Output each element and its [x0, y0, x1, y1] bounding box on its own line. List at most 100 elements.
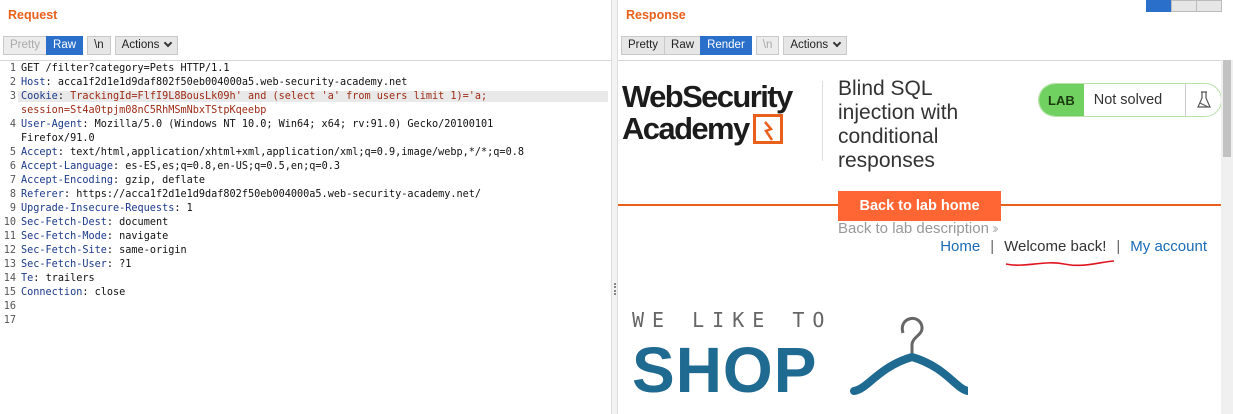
line-number: 17 [3, 315, 16, 326]
header-key: Accept-Encoding [21, 175, 114, 186]
back-to-lab-description-link[interactable]: Back to lab description ›› [838, 220, 999, 237]
nav-separator: | [1116, 238, 1121, 255]
request-line: Connection: close [21, 287, 126, 298]
logo-line1: WebSecurity [622, 79, 793, 114]
line-number: 10 [3, 217, 16, 228]
line-number: 4 [9, 119, 16, 130]
request-line: Sec-Fetch-Dest: document [21, 217, 169, 228]
request-line: Accept-Language: es-ES,es;q=0.8,en-US;q=… [21, 161, 340, 172]
header-key: Te [21, 273, 34, 284]
line-number: 2 [9, 77, 16, 88]
header-value: es-ES,es;q=0.8,en-US;q=0.5,en;q=0.3 [125, 161, 340, 172]
logo-line2: Academy [622, 111, 750, 146]
layout-stacked-button[interactable] [1171, 0, 1197, 12]
top-navigation: Home | Welcome back! | My account [940, 238, 1207, 267]
my-account-link[interactable]: My account [1130, 238, 1207, 255]
chevron-down-icon [832, 38, 842, 48]
response-tab-pretty[interactable]: Pretty [621, 36, 666, 55]
pane-divider[interactable] [611, 0, 618, 414]
nav-separator: | [990, 238, 995, 255]
shop-banner: WE LIKE TO SHOP [632, 308, 832, 402]
response-newline-toggle[interactable]: \n [755, 36, 780, 55]
request-actions-button[interactable]: Actions [114, 36, 179, 55]
lab-tag: LAB [1039, 84, 1084, 116]
header-value: navigate [119, 231, 169, 242]
request-toolbar: Pretty Raw \n Actions [3, 36, 179, 55]
request-line: Sec-Fetch-Mode: navigate [21, 231, 169, 242]
hanger-icon [850, 317, 968, 395]
header-value: same-origin [119, 245, 187, 256]
render-scrollbar[interactable] [1221, 60, 1233, 414]
lightning-icon [752, 114, 783, 144]
line-number: 14 [3, 273, 16, 284]
header-key: Cookie [21, 91, 58, 102]
drag-handle-icon[interactable] [614, 283, 616, 295]
response-tab-raw[interactable]: Raw [664, 36, 702, 55]
request-line-continuation: Firefox/91.0 [21, 133, 95, 144]
line-number: 15 [3, 287, 16, 298]
header-value: ?1 [119, 259, 132, 270]
request-line: Referer: https://acca1f2d1e1d9daf802f50e… [21, 189, 482, 200]
request-pane: Request Pretty Raw \n Actions 1 2 3 4 5 … [0, 0, 611, 414]
header-key: Accept-Language [21, 161, 114, 172]
header-key: Accept [21, 147, 58, 158]
request-line: User-Agent: Mozilla/5.0 (Windows NT 10.0… [21, 119, 494, 130]
welcome-message: Welcome back! [1004, 238, 1115, 267]
back-to-lab-home-button[interactable]: Back to lab home [838, 191, 1001, 221]
request-newline-toggle[interactable]: \n [87, 36, 111, 55]
scrollbar-thumb[interactable] [1223, 60, 1231, 157]
request-line: Host: acca1f2d1e1d9daf802f50eb004000a5.w… [21, 77, 408, 88]
header-value: document [119, 217, 169, 228]
header-value: text/html,application/xhtml+xml,applicat… [70, 147, 524, 158]
request-line: GET /filter?category=Pets HTTP/1.1 [21, 63, 230, 74]
header-key: Sec-Fetch-Site [21, 245, 107, 256]
response-view-tabs: Pretty Raw Render [621, 36, 752, 55]
header-value: Mozilla/5.0 (Windows NT 10.0; Win64; x64… [94, 119, 494, 130]
request-line: Accept: text/html,application/xhtml+xml,… [21, 147, 524, 158]
header-key: Referer [21, 189, 64, 200]
response-actions-button[interactable]: Actions [783, 36, 848, 55]
header-key: User-Agent [21, 119, 83, 130]
header-value: acca1f2d1e1d9daf802f50eb004000a5.web-sec… [57, 77, 408, 88]
header-key: Connection [21, 287, 83, 298]
line-number: 11 [3, 231, 16, 242]
request-actions-label: Actions [121, 39, 160, 51]
request-line: Te: trailers [21, 273, 95, 284]
cookie-value: TrackingId=FlfI9L8BousLk09h' and (select… [70, 91, 488, 102]
cookie-session: session=St4a0tpjm08nC5RhMSmNbxTStpKqeebp [21, 105, 267, 116]
layout-tabs-button[interactable] [1196, 0, 1222, 12]
request-editor[interactable]: 1 2 3 4 5 6 7 8 9 10 11 12 13 14 15 16 1… [0, 60, 611, 414]
header-value: trailers [45, 273, 95, 284]
request-tab-raw[interactable]: Raw [46, 36, 84, 55]
response-tab-render[interactable]: Render [700, 36, 752, 55]
request-line: Sec-Fetch-User: ?1 [21, 259, 132, 270]
request-line-highlighted: Cookie: TrackingId=FlfI9L8BousLk09h' and… [18, 91, 608, 102]
banner-tagline: WE LIKE TO [632, 308, 833, 332]
line-number: 8 [9, 189, 16, 200]
header-key: Sec-Fetch-Dest [21, 217, 107, 228]
response-pane: Response Pretty Raw Render \n Actions We… [618, 0, 1233, 414]
request-line: Accept-Encoding: gzip, deflate [21, 175, 206, 186]
request-view-tabs: Pretty Raw [3, 36, 84, 55]
home-link[interactable]: Home [940, 238, 980, 255]
line-number: 6 [9, 161, 16, 172]
header-value: gzip, deflate [125, 175, 206, 186]
lab-status-text: Not solved [1093, 92, 1163, 108]
line-number: 5 [9, 147, 16, 158]
lab-status-badge: LAB Not solved [1038, 83, 1221, 117]
chevron-down-icon [164, 38, 173, 48]
line-number: 3 [9, 91, 16, 102]
header-value: 1 [186, 203, 193, 214]
line-number: 12 [3, 245, 16, 256]
red-underline-annotation [1005, 260, 1115, 267]
header-key: Upgrade-Insecure-Requests [21, 203, 175, 214]
header-key: Sec-Fetch-Mode [21, 231, 107, 242]
header-key: Sec-Fetch-User [21, 259, 107, 270]
layout-switcher [1146, 0, 1222, 12]
double-chevron-right-icon: ›› [991, 220, 999, 237]
logo-line2-row: Academy [622, 113, 822, 145]
banner-title: SHOP [632, 334, 818, 406]
request-tab-pretty[interactable]: Pretty [3, 36, 48, 55]
academy-logo[interactable]: WebSecurity Academy [622, 81, 822, 145]
layout-side-by-side-button[interactable] [1146, 0, 1172, 12]
